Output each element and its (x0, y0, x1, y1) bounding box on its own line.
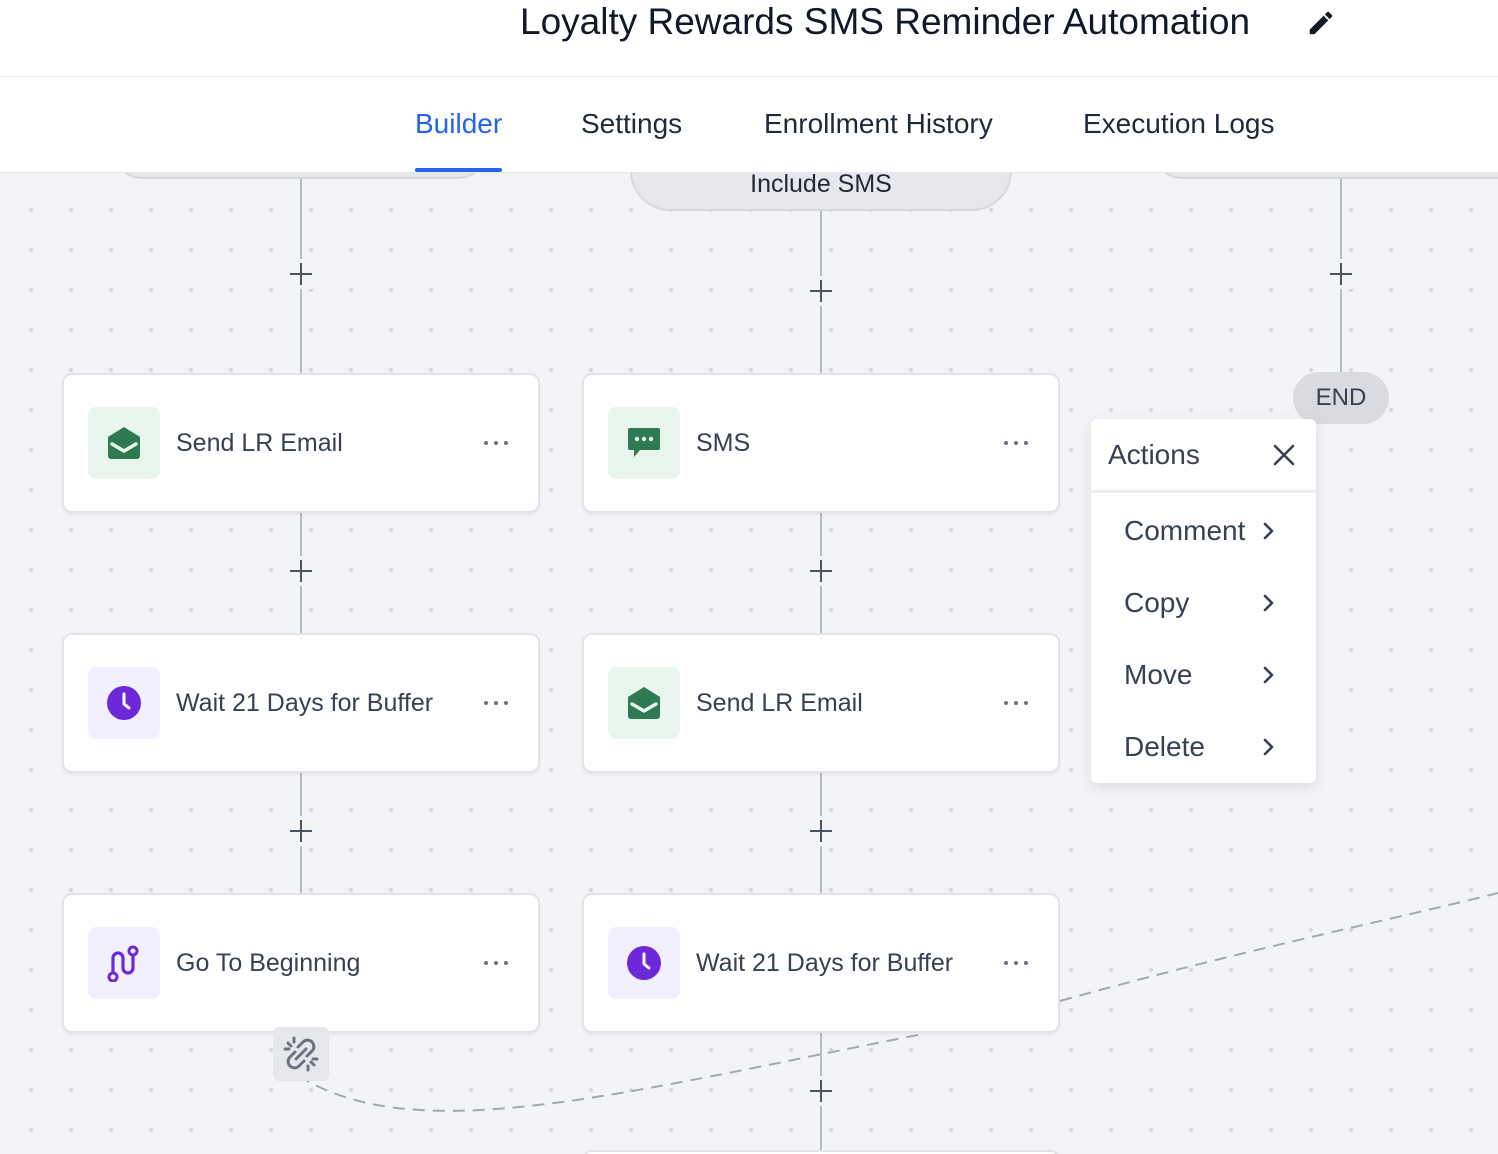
menu-item-label: Copy (1124, 587, 1190, 618)
menu-item-copy[interactable]: Copy (1091, 571, 1316, 635)
chevron-right-icon (1263, 666, 1274, 684)
add-step-button[interactable] (806, 1076, 836, 1106)
tab-builder[interactable]: Builder (415, 77, 503, 172)
add-step-button[interactable] (286, 259, 316, 289)
sms-chat-icon (608, 407, 680, 479)
add-step-button[interactable] (806, 556, 836, 586)
actions-menu: Actions Comment Copy Move Delete (1091, 419, 1316, 783)
node-sms[interactable]: SMS (582, 373, 1060, 513)
node-label: Wait 21 Days for Buffer (176, 689, 434, 717)
node-partial-bottom (582, 1150, 1060, 1154)
node-label: Wait 21 Days for Buffer (696, 949, 954, 977)
node-partial-left (110, 173, 490, 179)
branch-include-sms[interactable]: Include SMS (630, 173, 1012, 211)
node-send-lr-email[interactable]: Send LR Email (582, 633, 1060, 773)
actions-menu-title: Actions (1108, 439, 1200, 470)
clock-icon (608, 927, 680, 999)
end-node[interactable]: END (1293, 372, 1389, 424)
workflow-canvas[interactable]: Include SMS END Send LR Email SMS Wait 2… (0, 173, 1498, 1154)
unlink-button[interactable] (273, 1027, 329, 1081)
add-step-button[interactable] (806, 276, 836, 306)
pencil-icon[interactable] (1306, 8, 1336, 38)
add-step-button[interactable] (286, 816, 316, 846)
tab-execution-logs[interactable]: Execution Logs (1083, 77, 1274, 172)
more-options-icon[interactable] (484, 693, 512, 713)
email-open-icon (608, 667, 680, 739)
tab-enrollment-history[interactable]: Enrollment History (764, 77, 993, 172)
chevron-right-icon (1263, 594, 1274, 612)
node-wait-21-days[interactable]: Wait 21 Days for Buffer (582, 893, 1060, 1033)
node-label: Go To Beginning (176, 949, 361, 977)
add-step-button[interactable] (286, 556, 316, 586)
unlink-icon (283, 1036, 319, 1072)
node-label: SMS (696, 429, 751, 457)
branch-label: Include SMS (750, 173, 892, 198)
actions-menu-header: Actions (1091, 419, 1316, 493)
more-options-icon[interactable] (1004, 693, 1032, 713)
tab-bar: Builder Settings Enrollment History Exec… (0, 77, 1498, 173)
workflow-title: Loyalty Rewards SMS Reminder Automation (520, 1, 1251, 42)
node-go-to-beginning[interactable]: Go To Beginning (62, 893, 540, 1033)
menu-item-comment[interactable]: Comment (1091, 499, 1316, 563)
top-header: Loyalty Rewards SMS Reminder Automation (0, 0, 1498, 77)
more-options-icon[interactable] (1004, 433, 1032, 453)
goto-route-icon (88, 927, 160, 999)
tab-settings[interactable]: Settings (581, 77, 682, 172)
more-options-icon[interactable] (1004, 953, 1032, 973)
menu-item-label: Delete (1124, 731, 1205, 762)
chevron-right-icon (1263, 522, 1274, 540)
menu-item-label: Move (1124, 659, 1193, 690)
email-open-icon (88, 407, 160, 479)
node-label: Send LR Email (696, 689, 863, 717)
close-icon[interactable] (1271, 442, 1297, 468)
node-label: Send LR Email (176, 429, 343, 457)
node-send-lr-email[interactable]: Send LR Email (62, 373, 540, 513)
menu-item-move[interactable]: Move (1091, 643, 1316, 707)
add-step-button[interactable] (806, 816, 836, 846)
node-wait-21-days[interactable]: Wait 21 Days for Buffer (62, 633, 540, 773)
menu-item-delete[interactable]: Delete (1091, 715, 1316, 779)
clock-icon (88, 667, 160, 739)
more-options-icon[interactable] (484, 953, 512, 973)
add-step-button[interactable] (1326, 259, 1356, 289)
node-partial-right (1150, 173, 1498, 179)
menu-item-label: Comment (1124, 515, 1246, 546)
more-options-icon[interactable] (484, 433, 512, 453)
chevron-right-icon (1263, 738, 1274, 756)
